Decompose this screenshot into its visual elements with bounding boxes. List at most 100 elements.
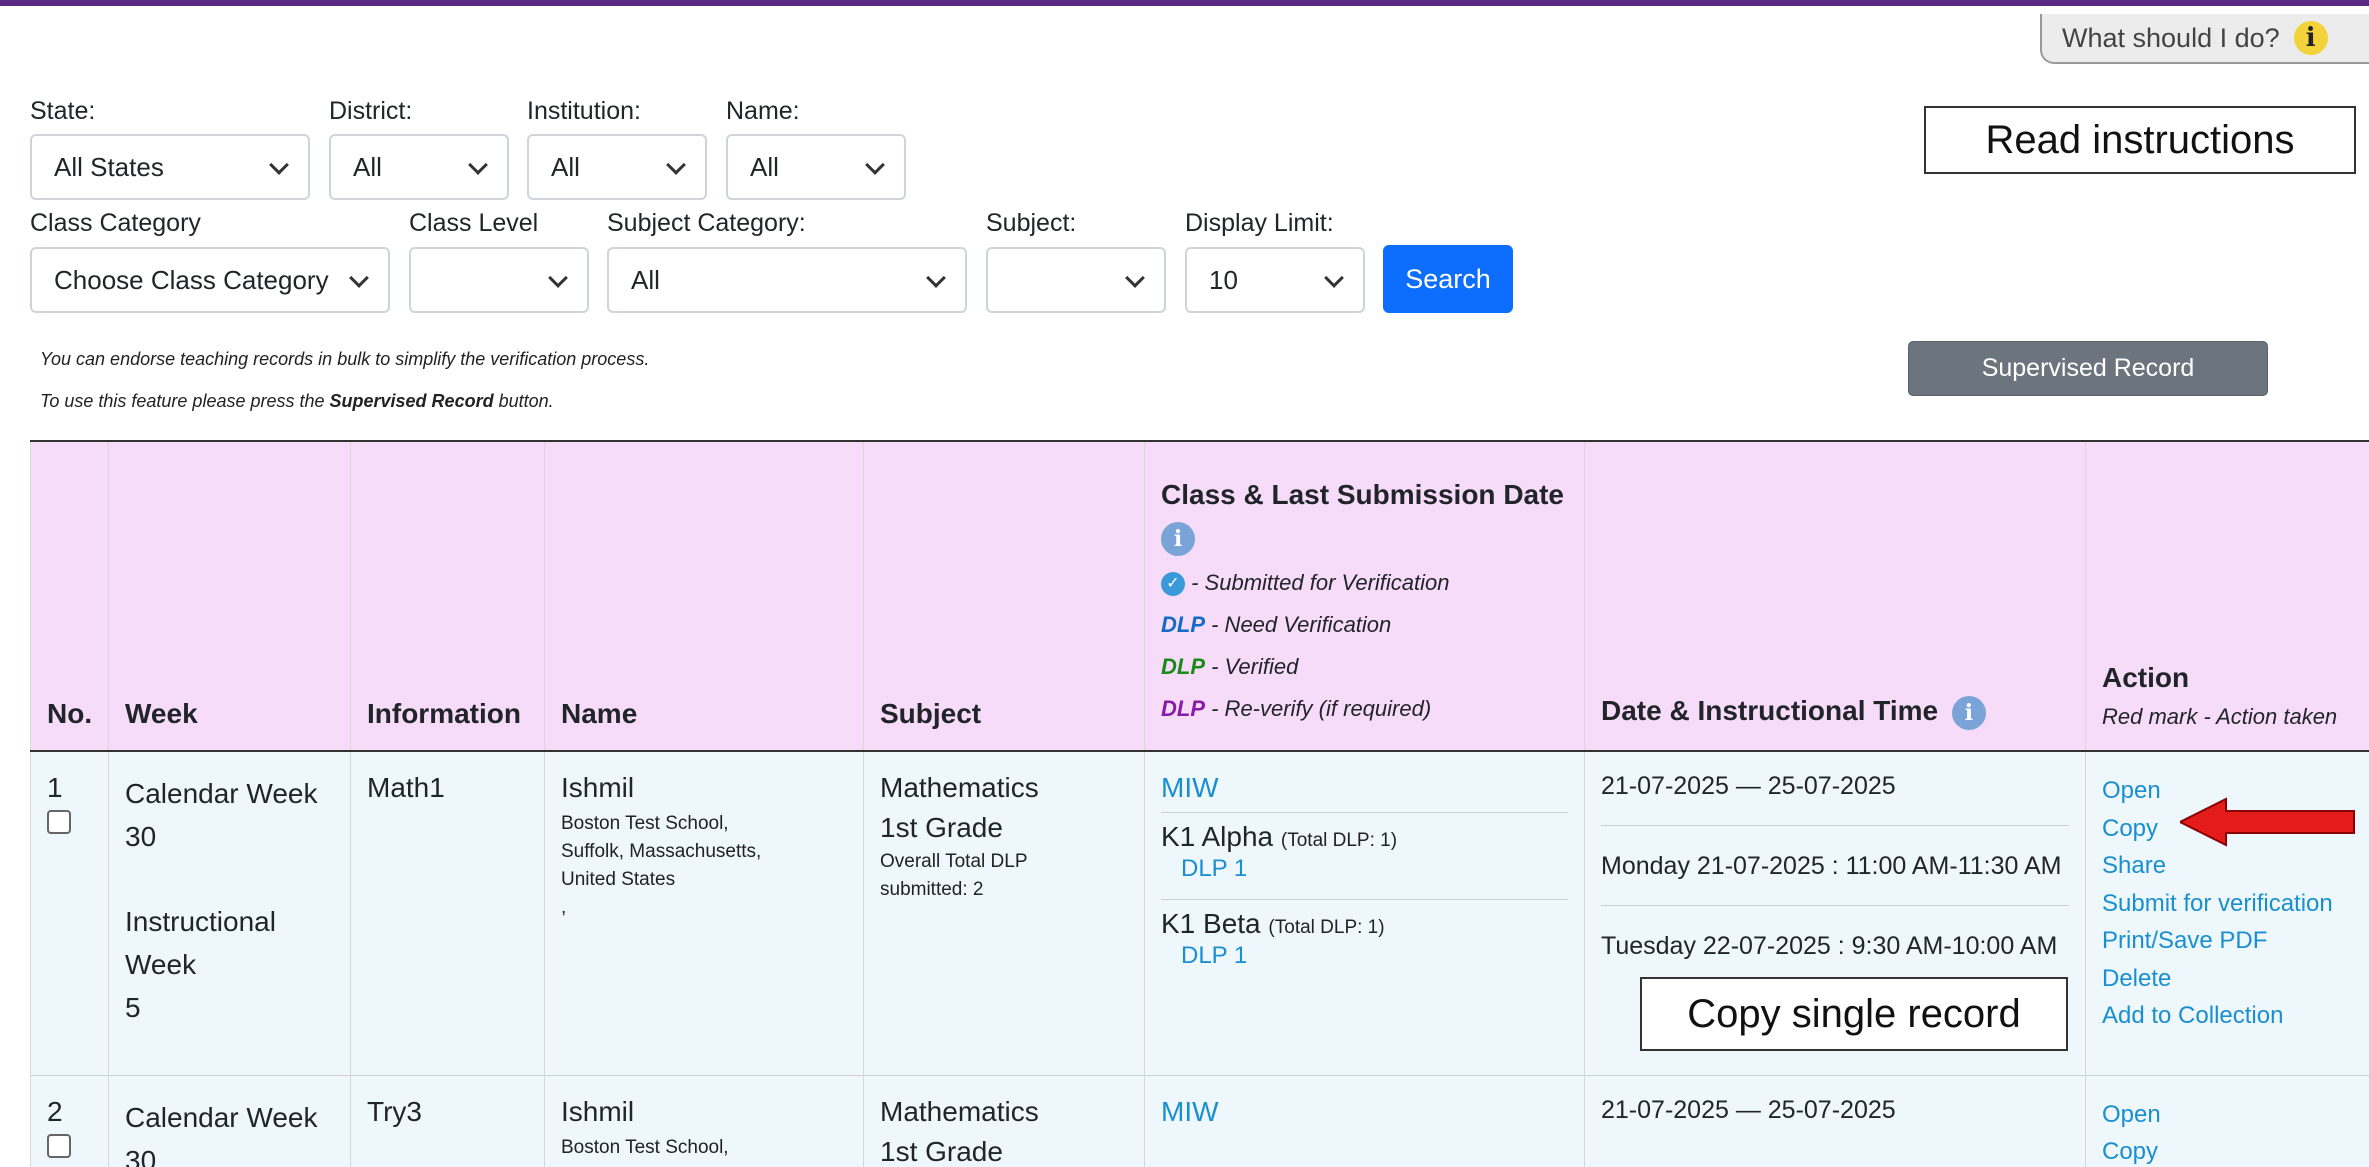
- chevron-down-icon: [468, 155, 488, 175]
- school-line: Boston Test School,: [561, 813, 729, 834]
- subject-select[interactable]: [986, 247, 1166, 313]
- header-no: No.: [30, 440, 109, 752]
- school-line: Suffolk, Massachusetts,: [561, 841, 762, 862]
- date-time-title: Date & Instructional Time: [1601, 695, 1939, 726]
- header-name: Name: [544, 440, 864, 752]
- legend-text: - Need Verification: [1205, 612, 1392, 637]
- name-select-value: All: [750, 151, 779, 182]
- school-line: Boston Test School,: [561, 1136, 729, 1158]
- submit-for-verification-link[interactable]: Submit for verification: [2102, 885, 2354, 923]
- help-label: What should I do?: [2062, 22, 2280, 53]
- subject-category-select[interactable]: All: [607, 247, 967, 313]
- legend-submitted: ✓ - Submitted for Verification: [1161, 562, 1568, 604]
- row-number: 1: [47, 772, 63, 803]
- copy-single-record-callout: Copy single record: [1640, 977, 2068, 1051]
- legend-reverify: DLP - Re-verify (if required): [1161, 688, 1568, 730]
- class-category-select[interactable]: Choose Class Category: [30, 247, 390, 313]
- open-link[interactable]: Open: [2102, 1096, 2354, 1134]
- class-cell: MIW K1 Alpha (Total DLP: 1) DLP 1 K1 Bet…: [1144, 751, 1585, 1076]
- check-icon: ✓: [1161, 572, 1185, 597]
- program-link[interactable]: MIW: [1161, 772, 1568, 813]
- school-line: ,: [561, 897, 567, 918]
- school-line: United States: [561, 869, 676, 890]
- district-select[interactable]: All: [329, 134, 509, 200]
- class-category-label: Class Category: [30, 209, 201, 237]
- records-table: No. Week Information Name Subject Class …: [30, 440, 2369, 1167]
- legend-need-verification: DLP - Need Verification: [1161, 604, 1568, 646]
- print-save-pdf-link[interactable]: Print/Save PDF: [2102, 922, 2354, 960]
- dlp-label: DLP: [1161, 696, 1205, 721]
- row-checkbox[interactable]: [47, 1133, 71, 1158]
- copy-link[interactable]: Copy: [2102, 1133, 2354, 1167]
- calendar-week-label: Calendar Week: [125, 778, 318, 809]
- class-level-select[interactable]: [409, 247, 589, 313]
- row-no-cell: 2: [30, 1075, 109, 1167]
- legend-text: - Re-verify (if required): [1205, 696, 1432, 721]
- state-select[interactable]: All States: [30, 134, 310, 200]
- dlp-link[interactable]: DLP 1: [1161, 855, 1568, 891]
- supervised-record-button[interactable]: Supervised Record: [1908, 341, 2268, 396]
- chevron-down-icon: [269, 155, 289, 175]
- name-label: Name:: [726, 97, 800, 125]
- share-link[interactable]: Share: [2102, 847, 2354, 885]
- row-no-cell: 1: [30, 751, 109, 1076]
- header-subject: Subject: [863, 440, 1145, 752]
- info-icon[interactable]: i: [1161, 522, 1195, 556]
- add-to-collection-link[interactable]: Add to Collection: [2102, 997, 2354, 1035]
- instructional-time: Tuesday 22-07-2025 : 9:30 AM-10:00 AM: [1601, 932, 2058, 960]
- class-block: K1 Beta (Total DLP: 1) DLP 1: [1161, 899, 1568, 970]
- week-cell: Calendar Week 30 Instructional Week 5: [108, 751, 351, 1076]
- total-dlp-text: Overall Total DLP: [880, 851, 1028, 872]
- note-bold: Supervised Record: [329, 391, 494, 411]
- display-limit-select-value: 10: [1209, 264, 1238, 295]
- information-cell: Try3: [350, 1075, 545, 1167]
- date-time-cell: 21-07-2025 — 25-07-2025: [1584, 1075, 2086, 1167]
- note-text: To use this feature please press the: [40, 391, 330, 411]
- chevron-down-icon: [926, 268, 946, 288]
- header-action: Action Red mark - Action taken: [2085, 440, 2369, 752]
- dlp-link[interactable]: DLP 1: [1161, 942, 1568, 970]
- chevron-down-icon: [1324, 268, 1344, 288]
- grade-level: 1st Grade: [880, 812, 1003, 843]
- class-header-title: Class & Last Submission Date: [1161, 479, 1565, 510]
- class-total-dlp: (Total DLP: 1): [1268, 917, 1385, 938]
- class-level-label: Class Level: [409, 209, 539, 237]
- instructional-week-label: Instructional: [125, 906, 276, 937]
- top-border: [0, 0, 2369, 14]
- action-cell: Open Copy: [2085, 1075, 2369, 1167]
- district-label: District:: [329, 97, 413, 125]
- program-link[interactable]: MIW: [1161, 1096, 1568, 1128]
- subject-name: Mathematics: [880, 772, 1039, 803]
- class-category-select-value: Choose Class Category: [54, 264, 329, 295]
- header-class-submission: Class & Last Submission Date i ✓ - Submi…: [1144, 440, 1585, 752]
- calendar-week-number: 30: [125, 821, 157, 852]
- help-button[interactable]: What should I do? i: [2040, 14, 2369, 64]
- subject-cell: Mathematics 1st Grade: [863, 1075, 1145, 1167]
- institution-select[interactable]: All: [527, 134, 707, 200]
- table-header-row: No. Week Information Name Subject Class …: [30, 440, 2369, 752]
- delete-link[interactable]: Delete: [2102, 960, 2354, 998]
- info-icon: i: [2293, 21, 2328, 55]
- instructional-time: Monday 21-07-2025 : 11:00 AM-11:30 AM: [1601, 826, 2069, 906]
- search-button[interactable]: Search: [1383, 245, 1513, 313]
- bulk-endorse-note: You can endorse teaching records in bulk…: [40, 349, 650, 369]
- legend-text: - Submitted for Verification: [1185, 570, 1450, 595]
- name-select[interactable]: All: [726, 134, 906, 200]
- teacher-name: Ishmil: [561, 772, 635, 803]
- calendar-week-label: Calendar Week: [125, 1101, 318, 1133]
- total-dlp-text: submitted: 2: [880, 879, 984, 900]
- chevron-down-icon: [865, 155, 885, 175]
- subject-name: Mathematics: [880, 1095, 1039, 1127]
- info-icon[interactable]: i: [1951, 696, 1986, 730]
- display-limit-select[interactable]: 10: [1185, 247, 1365, 313]
- read-instructions-callout: Read instructions: [1924, 106, 2356, 174]
- row-number: 2: [47, 1095, 63, 1127]
- instructional-week-number: 5: [125, 992, 141, 1023]
- chevron-down-icon: [1125, 268, 1145, 288]
- institution-label: Institution:: [527, 97, 641, 125]
- supervised-record-note: To use this feature please press the Sup…: [40, 391, 554, 412]
- row-checkbox[interactable]: [47, 810, 71, 834]
- name-cell: Ishmil Boston Test School,: [544, 1075, 864, 1167]
- header-date-time: Date & Instructional Time i: [1584, 440, 2086, 752]
- class-name: K1 Alpha: [1161, 821, 1274, 852]
